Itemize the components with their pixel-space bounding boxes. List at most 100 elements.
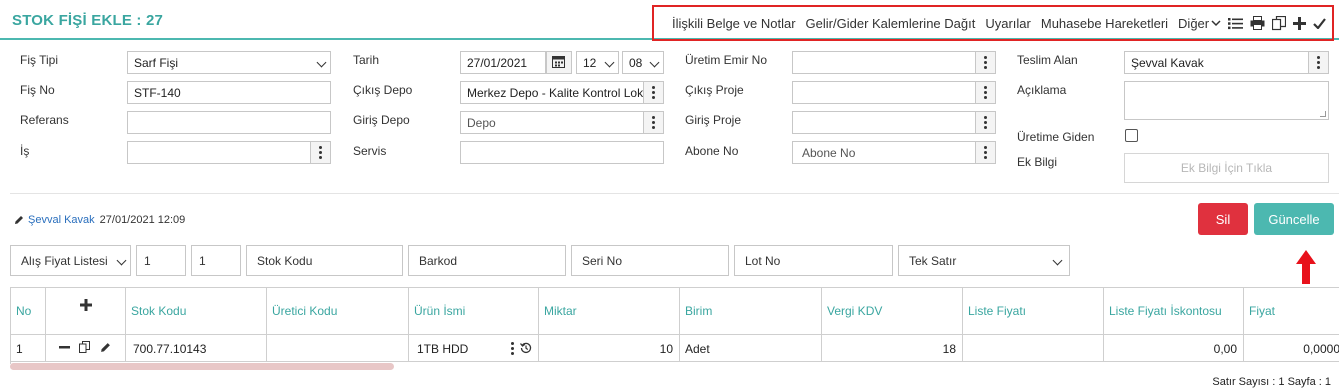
ek-bilgi-button[interactable]: Ek Bilgi İçin Tıkla: [1124, 153, 1329, 183]
fis-tipi-label: Fiş Tipi: [20, 53, 59, 67]
resize-handle-icon[interactable]: [1320, 111, 1326, 117]
row-mode-select[interactable]: Tek Satır: [898, 245, 1070, 276]
menu-warnings[interactable]: Uyarılar: [985, 16, 1031, 31]
cell-list-discount[interactable]: 0,00: [1104, 335, 1244, 362]
plus-icon[interactable]: [1293, 15, 1307, 31]
qty-input-2[interactable]: 1: [191, 245, 241, 276]
column-header-product-name[interactable]: Ürün İsmi: [409, 288, 539, 335]
servis-label: Servis: [353, 144, 387, 158]
column-header-unit[interactable]: Birim: [680, 288, 822, 335]
user-link[interactable]: Şevval Kavak: [28, 214, 95, 226]
kebab-menu-icon[interactable]: [1308, 52, 1328, 73]
cell-stock-code[interactable]: 700.77.10143: [126, 335, 267, 362]
copy-icon[interactable]: [79, 341, 91, 353]
giris-depo-input[interactable]: Depo: [460, 111, 664, 134]
history-icon[interactable]: [520, 342, 532, 354]
cell-vat[interactable]: 18: [822, 335, 963, 362]
plus-icon: [79, 299, 92, 311]
cell-price[interactable]: 0,0000: [1244, 335, 1339, 362]
lot-no-input[interactable]: Lot No: [734, 245, 893, 276]
cikis-depo-input[interactable]: Merkez Depo - Kalite Kontrol Lokasyonu: [460, 81, 664, 104]
menu-distribute-income-expense[interactable]: Gelir/Gider Kalemlerine Dağıt: [806, 16, 976, 31]
menu-accounting-transactions[interactable]: Muhasebe Hareketleri: [1041, 16, 1168, 31]
cikis-depo-value: Merkez Depo - Kalite Kontrol Lokasyonu: [467, 86, 664, 100]
horizontal-scrollbar[interactable]: [10, 363, 394, 370]
column-header-quantity[interactable]: Miktar: [539, 288, 680, 335]
kebab-menu-icon[interactable]: [511, 342, 514, 355]
uretim-emir-no-label: Üretim Emir No: [685, 53, 768, 67]
delete-button[interactable]: Sil: [1198, 203, 1248, 235]
column-header-maker-code[interactable]: Üretici Kodu: [267, 288, 409, 335]
aciklama-textarea[interactable]: [1124, 81, 1329, 120]
teslim-alan-input[interactable]: Şevval Kavak: [1124, 51, 1329, 74]
ek-bilgi-label: Ek Bilgi: [1017, 155, 1058, 169]
tarih-minute-select[interactable]: 08: [622, 51, 664, 74]
edit-meta: Şevval Kavak 27/01/2021 12:09: [14, 214, 185, 226]
menu-other[interactable]: Diğer: [1178, 16, 1209, 31]
abone-no-placeholder: Abone No: [802, 146, 856, 160]
uretime-giden-checkbox[interactable]: [1125, 129, 1138, 142]
kebab-menu-icon[interactable]: [975, 142, 995, 163]
page-header: STOK FİŞİ EKLE : 27 İlişkili Belge ve No…: [0, 0, 1339, 41]
teslim-alan-label: Teslim Alan: [1017, 53, 1078, 67]
fis-tipi-value: Sarf Fişi: [134, 56, 179, 70]
kebab-menu-icon[interactable]: [975, 82, 995, 103]
minus-icon[interactable]: [59, 342, 70, 353]
is-input[interactable]: [127, 141, 331, 164]
cikis-depo-label: Çıkış Depo: [353, 83, 413, 97]
pencil-icon[interactable]: [100, 342, 111, 353]
column-header-list-discount[interactable]: Liste Fiyatı İskontosu: [1104, 288, 1244, 335]
giris-proje-input[interactable]: [792, 111, 996, 134]
qty-input-1[interactable]: 1: [136, 245, 186, 276]
kebab-menu-icon[interactable]: [643, 112, 663, 133]
edit-timestamp: 27/01/2021 12:09: [99, 214, 186, 226]
barcode-input[interactable]: Barkod: [408, 245, 566, 276]
kebab-menu-icon[interactable]: [643, 82, 663, 103]
price-list-select[interactable]: Alış Fiyat Listesi: [10, 245, 131, 276]
chevron-down-icon[interactable]: [1211, 15, 1221, 31]
column-header-vat[interactable]: Vergi KDV: [822, 288, 963, 335]
fis-no-label: Fiş No: [20, 83, 55, 97]
abone-no-input[interactable]: Abone No: [792, 141, 996, 164]
cell-product-name[interactable]: 1TB HDD: [409, 335, 539, 362]
update-button[interactable]: Güncelle: [1254, 203, 1334, 235]
giris-depo-placeholder: Depo: [467, 116, 496, 130]
kebab-menu-icon[interactable]: [310, 142, 330, 163]
uretime-giden-label: Üretime Giden: [1017, 130, 1095, 144]
kebab-menu-icon[interactable]: [975, 112, 995, 133]
fis-no-input[interactable]: STF-140: [127, 81, 331, 104]
referans-input[interactable]: [127, 111, 331, 134]
arrow-up-icon: [1296, 250, 1316, 284]
serial-no-input[interactable]: Seri No: [571, 245, 729, 276]
tarih-date-input[interactable]: 27/01/2021: [460, 51, 546, 74]
column-header-list-price[interactable]: Liste Fiyatı: [963, 288, 1104, 335]
copy-icon[interactable]: [1272, 15, 1287, 31]
is-label: İş: [20, 144, 30, 158]
giris-proje-label: Giriş Proje: [685, 113, 742, 127]
column-header-price[interactable]: Fiyat: [1244, 288, 1339, 335]
stock-code-input[interactable]: Stok Kodu: [246, 245, 403, 276]
check-icon[interactable]: [1313, 15, 1326, 31]
list-icon[interactable]: [1228, 15, 1244, 31]
tarih-minute-value: 08: [629, 56, 643, 70]
column-header-no[interactable]: No: [11, 288, 46, 335]
servis-input[interactable]: [460, 141, 664, 164]
cell-no: 1: [11, 335, 46, 362]
add-row-button[interactable]: [46, 288, 126, 335]
cell-quantity[interactable]: 10: [539, 335, 680, 362]
cell-unit[interactable]: Adet: [680, 335, 822, 362]
calendar-button[interactable]: [546, 51, 572, 74]
tarih-hour-select[interactable]: 12: [576, 51, 619, 74]
uretim-emir-no-input[interactable]: [792, 51, 996, 74]
chevron-down-icon: [316, 57, 327, 68]
kebab-menu-icon[interactable]: [975, 52, 995, 73]
cell-list-price[interactable]: [963, 335, 1104, 362]
section-divider: [10, 193, 1339, 194]
column-header-stock-code[interactable]: Stok Kodu: [126, 288, 267, 335]
cikis-proje-input[interactable]: [792, 81, 996, 104]
print-icon[interactable]: [1250, 15, 1265, 31]
menu-related-docs[interactable]: İlişkili Belge ve Notlar: [672, 16, 796, 31]
chevron-down-icon: [604, 57, 615, 68]
fis-tipi-select[interactable]: Sarf Fişi: [127, 51, 331, 74]
cell-maker-code[interactable]: [267, 335, 409, 362]
